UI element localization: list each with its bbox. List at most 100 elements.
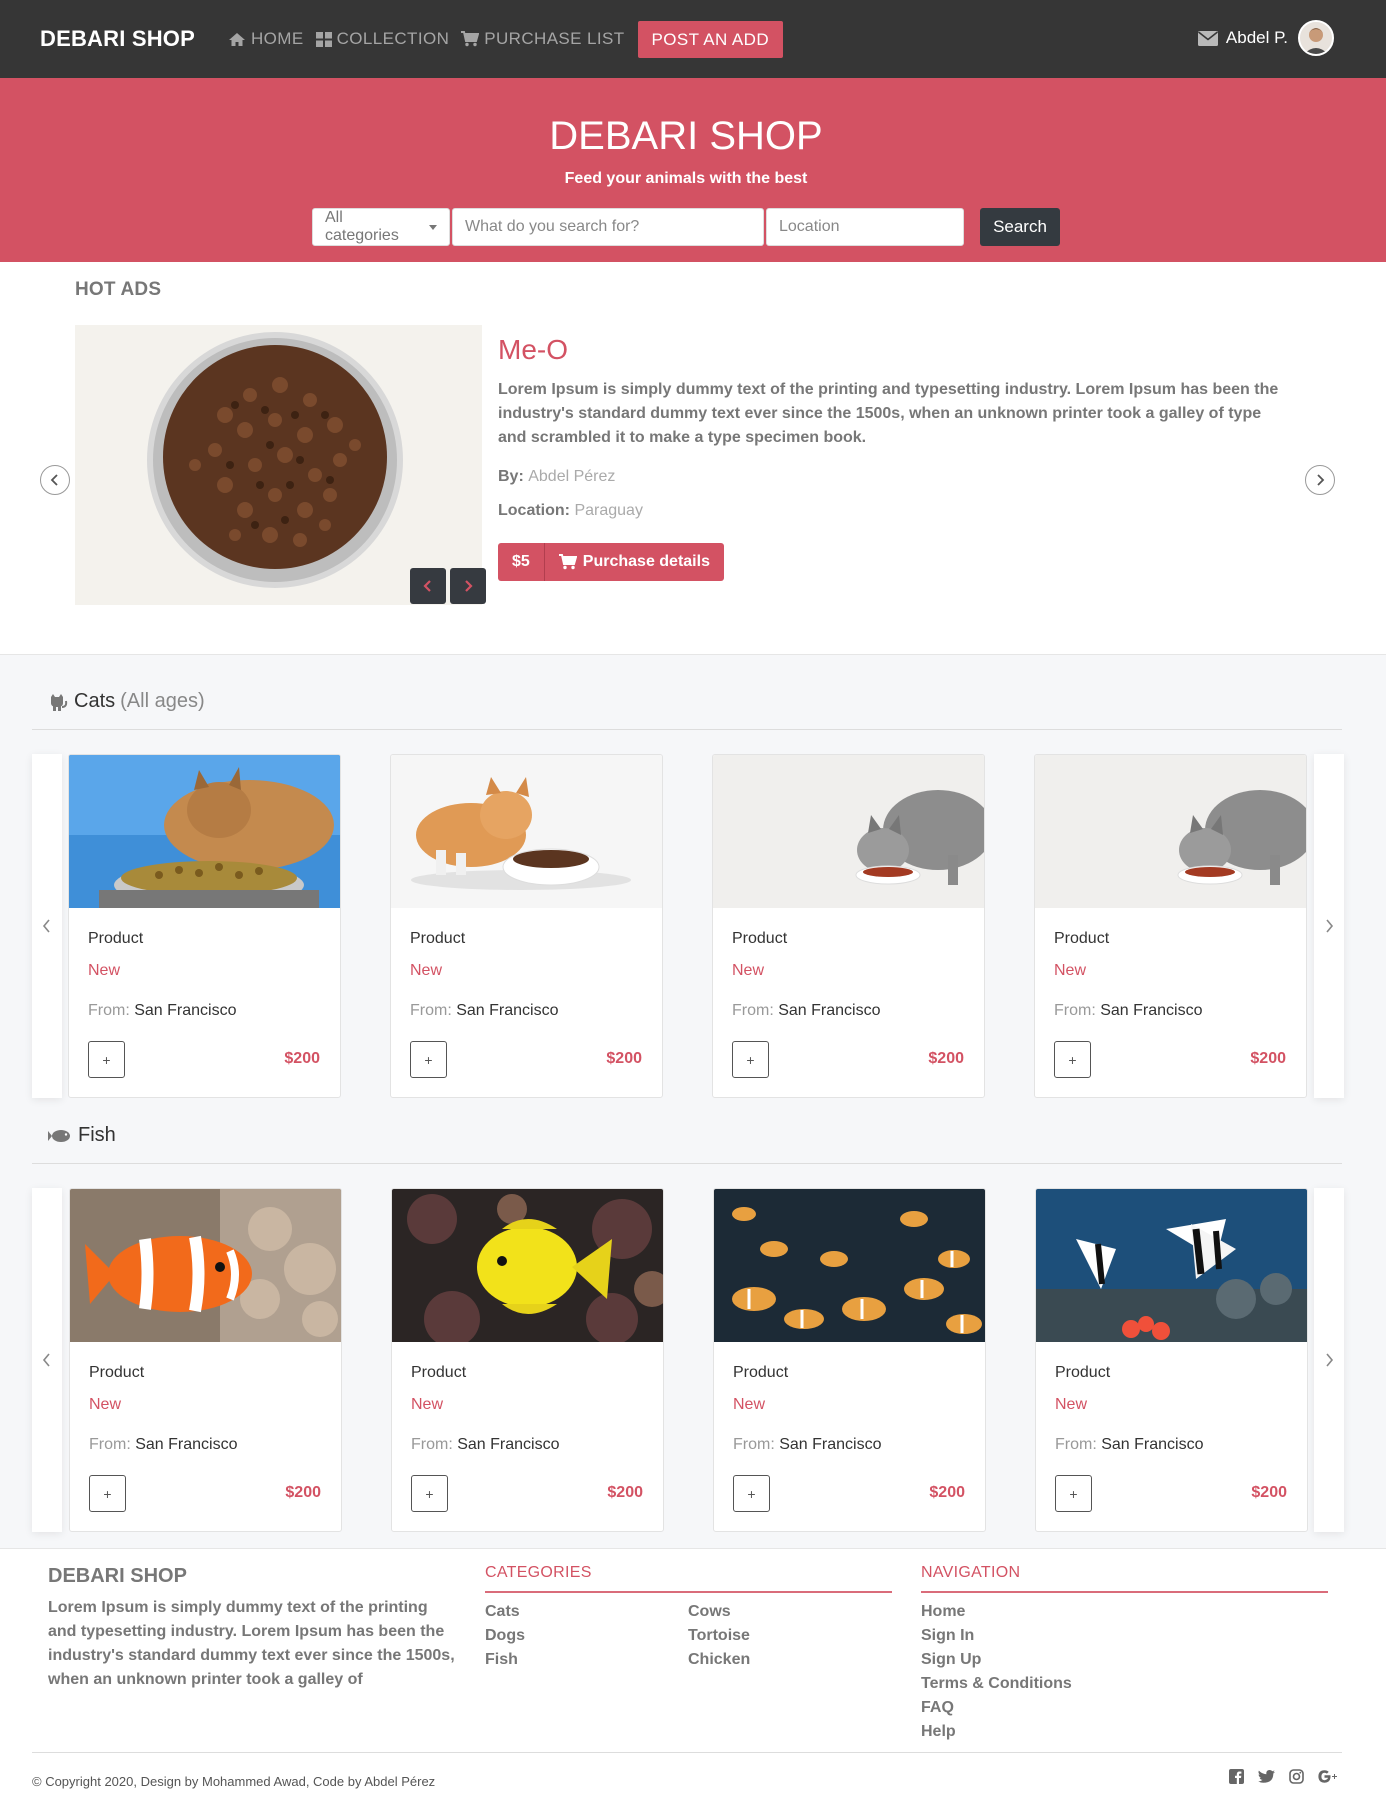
from-label: From: — [89, 1436, 131, 1453]
add-to-cart-button[interactable]: + — [88, 1041, 125, 1078]
fish-next-button[interactable] — [1314, 1188, 1344, 1532]
add-to-cart-button[interactable]: + — [410, 1041, 447, 1078]
cart-icon — [558, 554, 577, 570]
product-status: New — [410, 962, 443, 979]
user-menu[interactable]: Abdel P. — [1197, 20, 1334, 56]
search-input[interactable]: What do you search for? — [452, 208, 764, 246]
nav-purchase-list-label: PURCHASE LIST — [484, 29, 625, 48]
location-input[interactable]: Location — [766, 208, 964, 246]
from-label: From: — [1054, 1002, 1096, 1019]
hot-ads-next-button[interactable] — [1305, 465, 1335, 495]
product-name: Product — [732, 930, 788, 947]
user-name: Abdel P. — [1225, 28, 1288, 47]
footer-nav-link[interactable]: Sign Up — [921, 1648, 1072, 1672]
from-city: San Francisco — [1101, 1436, 1204, 1453]
cats-prev-button[interactable] — [32, 754, 62, 1098]
product-origin: From: San Francisco — [732, 1002, 881, 1020]
add-to-cart-button[interactable]: + — [1054, 1041, 1091, 1078]
location-label: Location: — [498, 502, 570, 519]
from-city: San Francisco — [134, 1002, 237, 1019]
footer-nav-link[interactable]: Terms & Conditions — [921, 1672, 1072, 1696]
hot-ad-name[interactable]: Me-O — [498, 334, 1288, 366]
footer-nav-link[interactable]: Sign In — [921, 1624, 1072, 1648]
footer-categories-title: CATEGORIES — [485, 1564, 592, 1581]
avatar[interactable] — [1298, 20, 1334, 56]
footer-nav-link[interactable]: Home — [921, 1600, 1072, 1624]
google-plus-icon[interactable] — [1318, 1770, 1338, 1783]
divider — [32, 1163, 1342, 1164]
product-name: Product — [411, 1364, 467, 1381]
product-card[interactable]: Product New From: San Francisco + $200 — [390, 754, 663, 1098]
post-an-add-button[interactable]: POST AN ADD — [637, 20, 784, 58]
search-button[interactable]: Search — [980, 208, 1060, 246]
from-city: San Francisco — [457, 1436, 560, 1453]
mail-icon[interactable] — [1197, 30, 1218, 46]
product-origin: From: San Francisco — [410, 1002, 559, 1020]
fish-icon — [48, 1129, 70, 1142]
category-select[interactable]: All categories — [312, 208, 450, 246]
divider — [32, 729, 1342, 730]
copyright: © Copyright 2020, Design by Mohammed Awa… — [32, 1774, 436, 1789]
hot-ads-title: HOT ADS — [75, 279, 162, 300]
from-city: San Francisco — [1100, 1002, 1203, 1019]
nav-home-link[interactable]: HOME — [228, 29, 304, 49]
twitter-icon[interactable] — [1258, 1769, 1275, 1784]
nav-purchase-list-link[interactable]: PURCHASE LIST — [461, 29, 624, 49]
location-value: Paraguay — [574, 502, 643, 519]
nav-collection-link[interactable]: COLLECTION — [315, 29, 450, 49]
footer-category-link[interactable]: Fish — [485, 1648, 525, 1672]
footer-category-link[interactable]: Chicken — [688, 1648, 750, 1672]
cats-next-button[interactable] — [1314, 754, 1344, 1098]
footer-category-link[interactable]: Cows — [688, 1600, 750, 1624]
product-name: Product — [88, 930, 144, 947]
product-image — [714, 1189, 985, 1342]
hot-ad-image-prev-button[interactable] — [410, 568, 446, 604]
add-to-cart-button[interactable]: + — [89, 1475, 126, 1512]
product-card[interactable]: Product New From: San Francisco + $200 — [713, 1188, 986, 1532]
hot-ad-author: By: Abdel Pérez — [498, 468, 1288, 486]
footer-category-link[interactable]: Dogs — [485, 1624, 525, 1648]
cat-food-bowl-image — [75, 325, 482, 605]
product-card[interactable]: Product New From: San Francisco + $200 — [68, 754, 341, 1098]
social-links — [1215, 1769, 1338, 1784]
purchase-details-button[interactable]: $5 Purchase details — [498, 543, 724, 581]
product-card[interactable]: Product New From: San Francisco + $200 — [69, 1188, 342, 1532]
add-to-cart-button[interactable]: + — [733, 1475, 770, 1512]
navbar-brand[interactable]: DEBARI SHOP — [40, 26, 195, 52]
cart-icon — [461, 31, 480, 47]
category-select-value: All categories — [325, 209, 399, 244]
product-card[interactable]: Product New From: San Francisco + $200 — [712, 754, 985, 1098]
grid-icon — [315, 31, 332, 47]
footer-nav-link[interactable]: FAQ — [921, 1696, 1072, 1720]
footer-nav-link[interactable]: Help — [921, 1720, 1072, 1744]
hot-ad-image-next-button[interactable] — [450, 568, 486, 604]
add-to-cart-button[interactable]: + — [411, 1475, 448, 1512]
hot-ad-image[interactable] — [75, 325, 482, 605]
footer-category-link[interactable]: Cats — [485, 1600, 525, 1624]
section-title-text: Fish — [78, 1124, 116, 1146]
product-image — [713, 755, 984, 908]
product-image — [70, 1189, 341, 1342]
footer-description: Lorem Ipsum is simply dummy text of the … — [48, 1599, 455, 1688]
add-to-cart-button[interactable]: + — [732, 1041, 769, 1078]
fish-prev-button[interactable] — [32, 1188, 62, 1532]
facebook-icon[interactable] — [1229, 1769, 1244, 1784]
product-image — [69, 755, 340, 908]
product-card[interactable]: Product New From: San Francisco + $200 — [1035, 1188, 1308, 1532]
hot-ad-price: $5 — [498, 543, 545, 581]
hot-ads-prev-button[interactable] — [40, 465, 70, 495]
product-status: New — [732, 962, 765, 979]
product-card[interactable]: Product New From: San Francisco + $200 — [1034, 754, 1307, 1098]
chevron-right-icon — [1326, 919, 1334, 933]
instagram-icon[interactable] — [1289, 1769, 1304, 1784]
author-value: Abdel Pérez — [528, 468, 616, 485]
footer-navigation-title: NAVIGATION — [921, 1564, 1021, 1581]
product-card[interactable]: Product New From: San Francisco + $200 — [391, 1188, 664, 1532]
add-to-cart-button[interactable]: + — [1055, 1475, 1092, 1512]
footer-categories-rule — [485, 1591, 892, 1593]
hero-subtitle: Feed your animals with the best — [564, 170, 808, 187]
footer-category-link[interactable]: Tortoise — [688, 1624, 750, 1648]
from-label: From: — [732, 1002, 774, 1019]
hot-ad-info: Me-O Lorem Ipsum is simply dummy text of… — [498, 334, 1288, 520]
chevron-right-icon — [465, 580, 473, 592]
